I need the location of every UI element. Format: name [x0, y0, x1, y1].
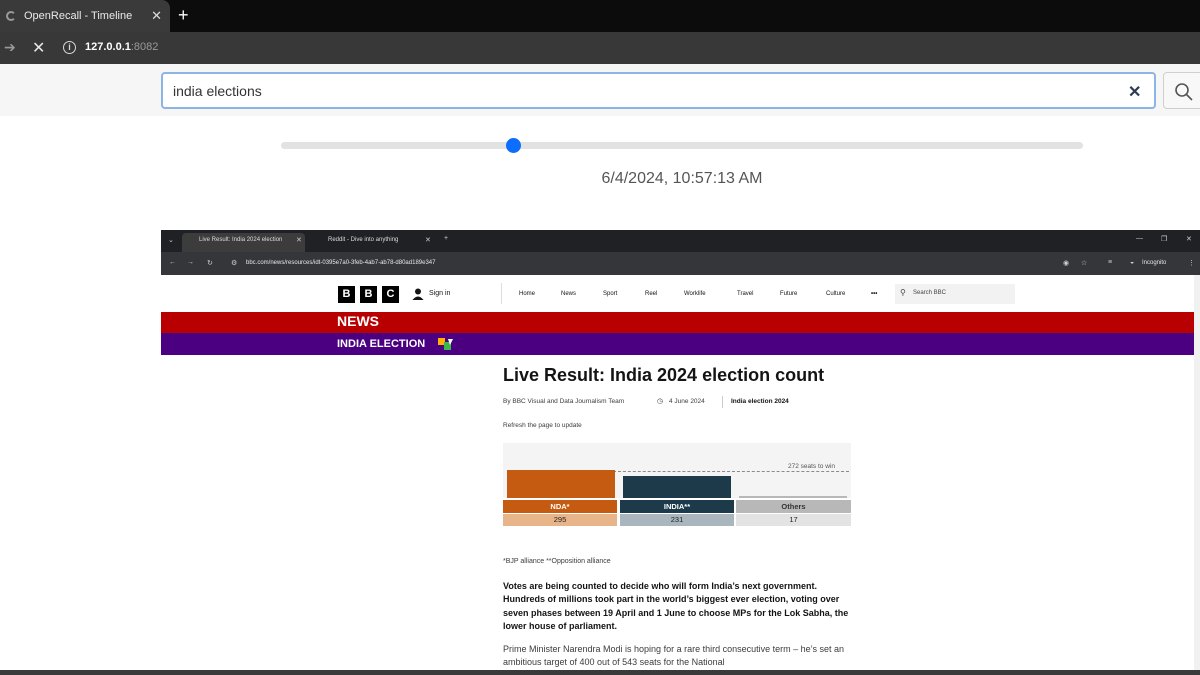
- nav-item: Culture: [826, 291, 846, 297]
- site-info-icon[interactable]: i: [63, 41, 76, 54]
- more-nav-icon: •••: [871, 291, 878, 297]
- seat-count-others: 17: [736, 514, 851, 526]
- browser-tab-bar: OpenRecall - Timeline ✕ +: [0, 0, 1200, 32]
- screenshot-scrollbar: [1194, 275, 1200, 675]
- new-tab-button[interactable]: +: [178, 5, 189, 26]
- screenshot-tab-close-icon: ✕: [425, 237, 431, 244]
- search-button[interactable]: [1163, 72, 1200, 109]
- clock-icon: ◷: [657, 398, 664, 405]
- timeline-timestamp: 6/4/2024, 10:57:13 AM: [601, 170, 763, 187]
- bbc-logo-letter: B: [338, 286, 355, 303]
- nav-item: Worklife: [684, 291, 706, 297]
- incognito-icon: ◒: [1130, 259, 1135, 266]
- article-date: 4 June 2024: [669, 398, 705, 405]
- article-intro: Votes are being counted to decide who wi…: [503, 581, 849, 631]
- recorded-screenshot: ⌄ Live Result: India 2024 election ✕ Red…: [161, 230, 1200, 675]
- timeline-slider-thumb[interactable]: [506, 138, 522, 153]
- url-port: :8082: [130, 41, 159, 53]
- maximize-icon: ❐: [1161, 236, 1168, 243]
- url-host: 127.0.0.1: [85, 41, 131, 53]
- bookmark-star-icon: ☆: [1081, 260, 1088, 267]
- close-tab-icon[interactable]: ✕: [151, 8, 162, 24]
- majority-label: 272 seats to win: [788, 463, 835, 470]
- news-band: [161, 312, 1194, 333]
- others-seat-bar: [739, 496, 847, 498]
- incognito-label: Incognito: [1142, 260, 1167, 266]
- election-section-label: INDIA ELECTION: [337, 338, 426, 350]
- search-icon: ⚲: [900, 288, 906, 297]
- nav-item: Sport: [603, 291, 618, 297]
- article-topic: India election 2024: [731, 398, 789, 405]
- media-icon: ≡: [1108, 259, 1113, 266]
- screenshot-tab-title: Reddit - Dive into anything: [328, 237, 399, 243]
- screenshot-tab-title: Live Result: India 2024 election: [199, 237, 283, 243]
- tracking-protection-icon: ◉: [1063, 260, 1070, 267]
- party-label-others: Others: [736, 500, 851, 513]
- seat-count-india: 231: [620, 514, 734, 526]
- browser-tab-title: OpenRecall - Timeline: [24, 10, 133, 22]
- page-bottom-edge: [0, 670, 1200, 675]
- article-paragraph: Prime Minister Narendra Modi is hoping f…: [503, 644, 844, 668]
- seat-count-nda: 295: [503, 514, 617, 526]
- browser-address-bar: ➔ ✕ i 127.0.0.1:8082: [0, 32, 1200, 64]
- minimize-icon: —: [1136, 235, 1143, 242]
- byline-divider: [722, 396, 723, 408]
- header-divider: [501, 283, 502, 304]
- sign-in-link: Sign in: [429, 290, 451, 297]
- article-byline: By BBC Visual and Data Journalism Team: [503, 398, 625, 405]
- screenshot-url: bbc.com/news/resources/idt-0395e7a0-3feb…: [246, 260, 436, 266]
- nav-item: Future: [780, 291, 798, 297]
- site-settings-icon: ⚙: [231, 260, 238, 267]
- bbc-logo-letter: B: [360, 286, 377, 303]
- bbc-logo-letter: C: [382, 286, 399, 303]
- reload-icon: ↻: [207, 260, 213, 267]
- party-label-india: INDIA**: [620, 500, 734, 513]
- url-field[interactable]: 127.0.0.1:8082: [85, 41, 158, 53]
- search-input[interactable]: [161, 72, 1156, 109]
- kebab-menu-icon: ⋮: [1188, 260, 1195, 267]
- nav-item: Reel: [645, 291, 658, 297]
- election-band: [161, 333, 1194, 355]
- nda-seat-bar: [507, 470, 615, 498]
- timeline-slider-track[interactable]: [281, 142, 1083, 149]
- stop-loading-icon[interactable]: ✕: [32, 38, 45, 58]
- forward-arrow-icon: →: [187, 259, 194, 266]
- screenshot-new-tab-icon: +: [444, 235, 449, 242]
- screenshot-tab-close-icon: ✕: [296, 237, 302, 244]
- bbc-search-box: ⚲ Search BBC: [895, 284, 1015, 304]
- bbc-search-label: Search BBC: [913, 290, 947, 296]
- india-seat-bar: [623, 476, 731, 498]
- browser-tab[interactable]: OpenRecall - Timeline ✕: [0, 0, 170, 32]
- search-icon: [1175, 83, 1193, 101]
- election-logo-icon: [438, 338, 453, 350]
- search-row: ✕: [0, 64, 1200, 116]
- clear-search-icon[interactable]: ✕: [1128, 82, 1141, 102]
- article-headline: Live Result: India 2024 election count: [503, 365, 825, 385]
- majority-line: [613, 471, 849, 472]
- nav-item: Home: [519, 291, 536, 297]
- tab-search-icon: ⌄: [168, 237, 174, 244]
- refresh-note: Refresh the page to update: [503, 422, 582, 429]
- screenshot-tab-bar: ⌄ Live Result: India 2024 election ✕ Red…: [161, 230, 1200, 252]
- nav-item: Travel: [737, 291, 754, 297]
- user-icon: [412, 288, 424, 300]
- alliance-footnote: *BJP alliance **Opposition alliance: [503, 558, 611, 565]
- party-label-nda: NDA*: [503, 500, 617, 513]
- back-arrow-icon: ←: [169, 259, 176, 266]
- news-section-label: NEWS: [337, 313, 379, 329]
- close-window-icon: ✕: [1186, 236, 1192, 243]
- loading-spinner-icon: [6, 11, 16, 21]
- nav-item: News: [561, 291, 577, 297]
- forward-arrow-icon[interactable]: ➔: [4, 39, 16, 56]
